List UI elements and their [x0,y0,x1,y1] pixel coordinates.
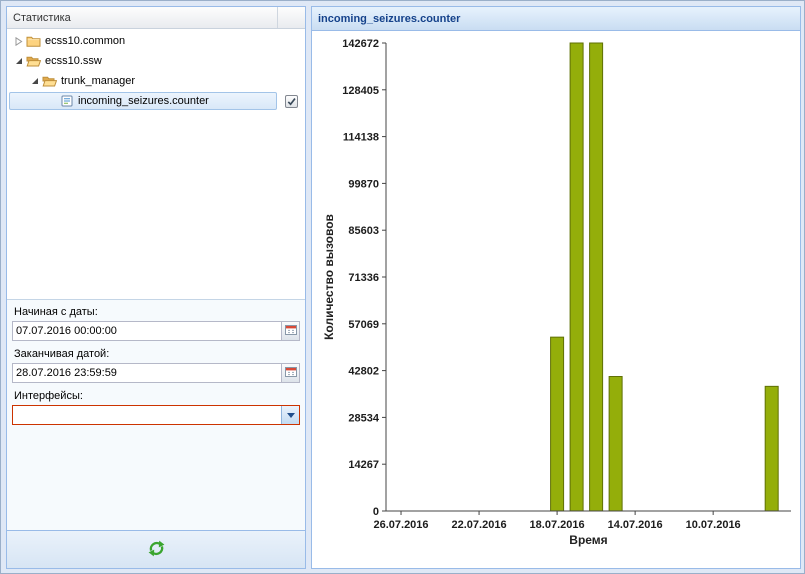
tree-node-label: ecss10.ssw [42,55,102,67]
refresh-button[interactable] [144,538,168,562]
svg-text:128405: 128405 [342,85,379,97]
bar-16.07.2016 [590,43,603,511]
checkbox-column-header[interactable] [278,7,305,28]
chart-body: 142672 128405 114138 99870 85603 71336 57069 42… [312,31,800,568]
start-date-field [12,321,300,341]
svg-text:14267: 14267 [348,459,379,471]
svg-text:18.07.2016: 18.07.2016 [530,519,585,531]
chart-panel: incoming_seizures.counter 142672 128405 11… [311,6,801,569]
bar-07.07.2016 [765,386,778,511]
expander-expanded-icon[interactable] [29,77,41,85]
tree-node-label: trunk_manager [58,75,135,87]
svg-text:42802: 42802 [348,366,379,378]
app-viewport: { "colors": { "panel_border": "#99bbe8",… [0,0,805,574]
interfaces-dropdown-button[interactable] [281,406,299,424]
bar-18.07.2016 [551,337,564,511]
interfaces-input[interactable] [13,406,281,424]
tree-node-label: ecss10.common [42,35,125,47]
end-date-picker-button[interactable] [281,364,299,382]
folder-open-icon [41,75,58,87]
interfaces-combo [12,405,300,425]
tree-node-ecss10-ssw[interactable]: ecss10.ssw [7,51,305,71]
node-checkbox-checked[interactable] [285,95,298,108]
svg-text:0: 0 [373,506,379,518]
tree-column-header[interactable]: Статистика [7,7,278,28]
tree-node-incoming-seizures-counter[interactable]: incoming_seizures.counter [7,91,305,111]
filter-form: Начиная с даты: Заканчивая датой: Интерф… [7,299,305,530]
start-date-picker-button[interactable] [281,322,299,340]
svg-text:142672: 142672 [342,38,379,50]
chevron-down-icon [287,413,295,418]
statistics-tree: ecss10.common ecss10.ssw [7,29,305,299]
tree-node-label: incoming_seizures.counter [75,95,209,107]
statistics-panel: Статистика ecss10.common [6,6,306,569]
svg-text:85603: 85603 [348,225,379,237]
folder-open-icon [25,55,42,67]
svg-text:57069: 57069 [348,319,379,331]
calendar-icon [285,366,297,380]
bar-15.07.2016 [609,377,622,511]
svg-text:14.07.2016: 14.07.2016 [608,519,663,531]
svg-text:26.07.2016: 26.07.2016 [373,519,428,531]
chart-svg: 142672 128405 114138 99870 85603 71336 57069 42… [312,31,800,568]
svg-text:22.07.2016: 22.07.2016 [452,519,507,531]
svg-text:28534: 28534 [348,412,379,424]
node-checkbox-cell [278,95,305,108]
svg-text:114138: 114138 [343,132,379,144]
expander-expanded-icon[interactable] [13,57,25,65]
svg-text:10.07.2016: 10.07.2016 [686,519,741,531]
tree-node-trunk-manager[interactable]: trunk_manager [7,71,305,91]
bar-17.07.2016 [570,43,583,511]
svg-text:99870: 99870 [348,178,379,190]
svg-text:Время: Время [569,533,607,547]
start-date-label: Начиная с даты: [14,306,298,318]
start-date-input[interactable] [13,322,281,340]
end-date-input[interactable] [13,364,281,382]
tree-column-title: Статистика [13,12,71,24]
calendar-icon [285,324,297,338]
chart-panel-header: incoming_seizures.counter [312,7,800,31]
interfaces-label: Интерфейсы: [14,390,298,402]
tree-panel-header: Статистика [7,7,305,29]
end-date-field [12,363,300,383]
bottom-toolbar [7,530,305,568]
end-date-label: Заканчивая датой: [14,348,298,360]
refresh-icon [148,540,165,560]
tree-node-ecss10-common[interactable]: ecss10.common [7,31,305,51]
svg-text:Количество вызовов: Количество вызовов [322,214,336,340]
expander-collapsed-icon[interactable] [13,37,25,46]
chart-panel-title: incoming_seizures.counter [318,13,460,25]
counter-icon [58,95,75,107]
svg-text:71336: 71336 [348,272,379,284]
folder-closed-icon [25,35,42,47]
